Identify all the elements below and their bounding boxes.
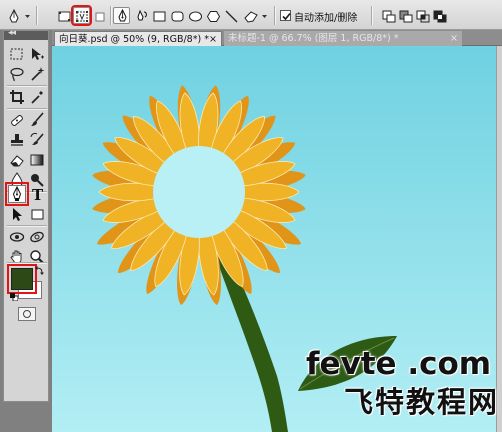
- shape-layers-icon: [58, 11, 71, 22]
- auto-add-delete-checkbox[interactable]: [280, 10, 291, 21]
- paths-icon: [76, 11, 88, 22]
- polygon-button[interactable]: [204, 7, 221, 24]
- rounded-rectangle-button[interactable]: [168, 7, 185, 24]
- petal: [238, 182, 300, 202]
- auto-add-delete-label[interactable]: 自动添加/删除: [294, 9, 357, 24]
- gradient-tool[interactable]: [28, 151, 46, 169]
- brush-tool[interactable]: [28, 111, 46, 129]
- rectangle-button[interactable]: [150, 7, 167, 24]
- move-icon: [32, 48, 44, 60]
- path-selection-tool[interactable]: [8, 205, 26, 223]
- swap-colors-icon[interactable]: [35, 265, 45, 275]
- hand-tool[interactable]: [8, 248, 26, 266]
- pen-icon: [118, 8, 127, 22]
- add-to-path-icon: [382, 10, 396, 23]
- tab-label: 向日葵.psd @ 50% (9, RGB/8*) *: [59, 34, 209, 45]
- tool-preset-picker[interactable]: [4, 7, 32, 24]
- zoom-tool[interactable]: [28, 248, 46, 266]
- shape-layers-mode-button[interactable]: [55, 7, 72, 24]
- shape-icon: [31, 209, 44, 220]
- type-icon: T: [32, 186, 44, 203]
- type-tool[interactable]: T: [28, 185, 46, 203]
- sunflower-center: [153, 146, 245, 238]
- magic-wand-icon: [31, 67, 45, 81]
- marquee-tool[interactable]: [8, 45, 26, 63]
- close-icon[interactable]: ×: [209, 32, 217, 46]
- ellipse-button[interactable]: [186, 7, 203, 24]
- polygon-icon: [206, 11, 221, 22]
- fill-pixels-icon: [95, 12, 105, 22]
- tab-label: 未标题-1 @ 66.7% (图层 1, RGB/8*) *: [228, 33, 399, 44]
- 3d-orbit-icon: [30, 231, 44, 243]
- intersect-path-icon: [416, 10, 430, 23]
- document-tab-bar: 向日葵.psd @ 50% (9, RGB/8*) * × 未标题-1 @ 66…: [52, 30, 502, 46]
- eraser-icon: [10, 155, 24, 167]
- foreground-color-highlight: [7, 264, 37, 294]
- subtract-path-icon: [399, 10, 413, 23]
- add-to-path-button[interactable]: [380, 7, 397, 24]
- checkmark-icon: [282, 12, 291, 21]
- pen-tool[interactable]: [5, 182, 29, 206]
- move-tool[interactable]: [28, 45, 46, 63]
- exclude-path-icon: [433, 10, 447, 23]
- toolbox-header[interactable]: ◂◂: [4, 28, 48, 40]
- pen-icon: [12, 185, 22, 201]
- subtract-path-button[interactable]: [397, 7, 414, 24]
- paths-mode-button[interactable]: [71, 5, 92, 26]
- clone-stamp-tool[interactable]: [8, 131, 26, 149]
- collapse-icon[interactable]: ◂◂: [8, 28, 16, 38]
- eyedropper-icon: [31, 91, 43, 104]
- hand-icon: [10, 250, 22, 264]
- 3d-rotate-tool[interactable]: [8, 228, 26, 246]
- petal: [98, 182, 160, 202]
- healing-brush-icon: [11, 115, 23, 126]
- magic-wand-tool[interactable]: [28, 65, 46, 83]
- tab-untitled-1[interactable]: 未标题-1 @ 66.7% (图层 1, RGB/8*) * ×: [224, 31, 462, 46]
- gradient-icon: [30, 154, 44, 166]
- history-brush-tool[interactable]: [28, 131, 46, 149]
- svg-text:T: T: [32, 186, 44, 203]
- exclude-path-button[interactable]: [431, 7, 448, 24]
- history-brush-icon: [30, 132, 44, 145]
- clone-stamp-icon: [11, 134, 23, 146]
- crop-icon: [10, 90, 24, 104]
- vertical-scrollbar[interactable]: [496, 46, 502, 432]
- foreground-color-swatch[interactable]: [11, 268, 33, 290]
- custom-shape-icon: [244, 11, 267, 23]
- eyedropper-tool[interactable]: [28, 88, 46, 106]
- rectangle-icon: [153, 11, 166, 22]
- line-icon: [225, 10, 238, 23]
- quick-mask-button[interactable]: [18, 307, 36, 321]
- zoom-icon: [30, 250, 45, 265]
- shape-tool[interactable]: [28, 205, 46, 223]
- pen-tool-icon: [9, 8, 30, 23]
- lasso-icon: [10, 67, 24, 82]
- toolbox: ◂◂ T: [3, 28, 49, 402]
- pen-button[interactable]: [113, 7, 130, 24]
- intersect-path-button[interactable]: [414, 7, 431, 24]
- 3d-orbit-tool[interactable]: [28, 228, 46, 246]
- rounded-rectangle-icon: [171, 11, 184, 22]
- ellipse-icon: [189, 11, 202, 22]
- options-bar: 自动添加/删除: [0, 0, 502, 30]
- healing-brush-tool[interactable]: [8, 111, 26, 129]
- 3d-rotate-icon: [9, 232, 25, 242]
- marquee-icon: [10, 48, 23, 60]
- fill-pixels-mode-button[interactable]: [91, 7, 108, 24]
- line-button[interactable]: [222, 7, 239, 24]
- watermark-site: fevte .com: [306, 346, 492, 382]
- close-icon[interactable]: ×: [450, 31, 458, 46]
- freeform-pen-icon: [137, 9, 147, 21]
- tab-sunflower-psd[interactable]: 向日葵.psd @ 50% (9, RGB/8*) * ×: [54, 31, 222, 46]
- crop-tool[interactable]: [8, 88, 26, 106]
- custom-shape-button[interactable]: [241, 7, 269, 24]
- freeform-pen-button[interactable]: [132, 7, 149, 24]
- path-selection-icon: [13, 208, 22, 221]
- eraser-tool[interactable]: [8, 151, 26, 169]
- default-colors-icon[interactable]: [10, 293, 18, 301]
- watermark-chinese: 飞特教程网: [344, 385, 500, 419]
- brush-icon: [31, 112, 44, 126]
- lasso-tool[interactable]: [8, 65, 26, 83]
